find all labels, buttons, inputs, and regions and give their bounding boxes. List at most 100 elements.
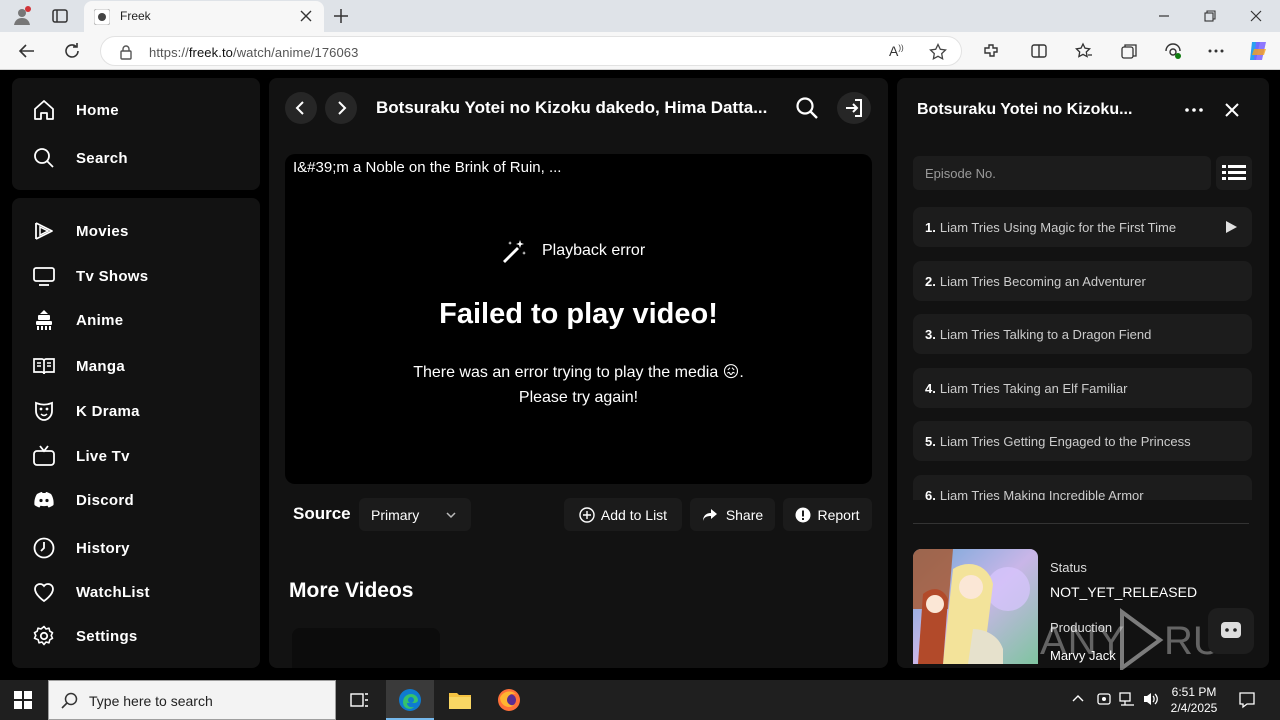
taskbar-edge-button[interactable] [386,680,434,720]
sidebar-item-label: Home [76,101,119,119]
tab-actions-icon[interactable] [52,8,68,24]
split-screen-icon[interactable] [1030,42,1048,60]
url-text[interactable]: https://freek.to/watch/anime/176063 [149,45,358,60]
sidebar-item-live-tv[interactable]: Live Tv [32,441,130,471]
sidebar-item-settings[interactable]: Settings [32,621,138,651]
lock-icon[interactable] [119,44,133,60]
episode-number: 2. [925,273,936,289]
sidebar-item-tv-shows[interactable]: Tv Shows [32,261,148,291]
favorites-icon[interactable] [1075,42,1093,60]
add-to-list-button[interactable]: Add to List [564,498,682,531]
episode-title: Liam Tries Becoming an Adventurer [939,273,1146,289]
episode-title: Liam Tries Taking an Elf Familiar [939,380,1128,396]
refresh-icon[interactable] [63,42,81,60]
more-options-button[interactable] [1184,102,1204,118]
taskbar-clock[interactable]: 6:51 PM 2/4/2025 [1166,684,1222,716]
sidebar-item-home[interactable]: Home [32,95,119,125]
episode-number: 1. [925,219,936,235]
divider [913,523,1249,524]
playback-error-label-row: Playback error [500,238,645,264]
sidebar-item-manga[interactable]: Manga [32,351,125,381]
volume-icon[interactable] [1142,691,1160,707]
share-button[interactable]: Share [690,498,775,531]
browser-essentials-icon[interactable] [1163,42,1183,60]
read-aloud-icon[interactable]: A)) [889,44,904,58]
video-player[interactable]: I&#39;m a Noble on the Brink of Ruin, ..… [285,154,872,484]
episode-number: 4. [925,380,936,396]
history-back-button[interactable] [285,92,317,124]
sidebar-item-label: Settings [76,627,138,645]
episode-list: 1. Liam Tries Using Magic for the First T… [913,207,1252,500]
series-poster[interactable] [913,549,1038,664]
sidebar-item-label: K Drama [76,402,140,420]
episode-list-view-button[interactable] [1216,156,1252,190]
tab-freek[interactable]: Freek [84,1,324,32]
search-icon [61,692,78,709]
anyrun-logo-icon: ANY RUN [1040,608,1232,670]
browser-tab-bar: Freek [0,0,1280,32]
episode-item[interactable]: 4. Liam Tries Taking an Elf Familiar [913,368,1252,408]
sidebar-item-history[interactable]: History [32,533,130,563]
taskbar-search-placeholder: Type here to search [89,693,213,709]
episode-number-input[interactable]: Episode No. [913,156,1211,190]
new-tab-icon[interactable] [333,8,349,24]
play-icon [1226,221,1237,233]
header-search-button[interactable] [795,96,819,120]
meet-now-icon[interactable] [1096,691,1112,707]
video-thumbnail-card[interactable] [292,628,440,668]
sidebar-item-label: Discord [76,491,134,509]
network-icon[interactable] [1118,691,1136,707]
more-menu-icon[interactable] [1207,42,1225,60]
copilot-icon[interactable] [1246,39,1270,63]
back-icon[interactable] [18,42,36,60]
close-icon [1225,103,1239,117]
episode-item[interactable]: 2. Liam Tries Becoming an Adventurer [913,261,1252,301]
history-forward-button[interactable] [325,92,357,124]
episode-item[interactable]: 5. Liam Tries Getting Engaged to the Prin… [913,421,1252,461]
close-window-icon[interactable] [1250,10,1262,22]
url-prefix: https:// [149,45,189,60]
sidebar-item-movies[interactable]: Movies [32,216,129,246]
error-title: Failed to play video! [439,298,718,330]
chat-bubble-button[interactable] [1208,608,1254,654]
firefox-icon[interactable] [497,688,521,712]
episode-item[interactable]: 1. Liam Tries Using Magic for the First T… [913,207,1252,247]
collections-icon[interactable] [1120,42,1138,60]
windows-start-icon[interactable] [14,691,32,709]
taskbar-search-box[interactable]: Type here to search [48,680,336,720]
favorite-star-icon[interactable] [929,43,947,61]
chevron-down-icon [446,512,456,519]
episode-title: Liam Tries Making Incredible Armor [939,487,1144,501]
source-select[interactable]: Primary [359,498,471,531]
sidebar-item-discord[interactable]: Discord [32,485,134,515]
address-bar[interactable]: https://freek.to/watch/anime/176063 A)) [100,36,962,66]
home-icon [32,98,56,122]
page-title: Botsuraku Yotei no Kizoku dakedo, Hima D… [376,98,768,117]
notifications-icon[interactable] [1238,691,1256,709]
profile-icon[interactable] [12,6,32,26]
tray-overflow-icon[interactable] [1072,693,1084,705]
series-title: Botsuraku Yotei no Kizoku... [917,101,1133,118]
freek-favicon-icon [94,9,110,25]
episode-item[interactable]: 6. Liam Tries Making Incredible Armor [913,475,1252,500]
add-to-list-label: Add to List [600,506,668,523]
extensions-icon[interactable] [982,42,1000,60]
close-panel-button[interactable] [1224,102,1240,118]
close-tab-icon[interactable] [300,10,312,22]
minimize-icon[interactable] [1158,10,1170,22]
sidebar-item-k-drama[interactable]: K Drama [32,396,140,426]
sidebar-item-anime[interactable]: Anime [32,305,123,335]
episode-item[interactable]: 3. Liam Tries Talking to a Dragon Fiend [913,314,1252,354]
episode-title: Liam Tries Using Magic for the First Tim… [939,219,1177,235]
sidebar-item-label: WatchList [76,583,150,601]
login-button[interactable] [837,92,871,124]
search-icon [32,146,56,170]
sidebar-item-watchlist[interactable]: WatchList [32,577,150,607]
anyrun-watermark: ANY RUN [1040,608,1232,670]
report-button[interactable]: Report [783,498,872,531]
clock-date: 2/4/2025 [1170,701,1218,715]
task-view-icon[interactable] [350,691,370,709]
sidebar-item-search[interactable]: Search [32,143,128,173]
file-explorer-icon[interactable] [448,689,472,711]
restore-icon[interactable] [1204,10,1216,22]
